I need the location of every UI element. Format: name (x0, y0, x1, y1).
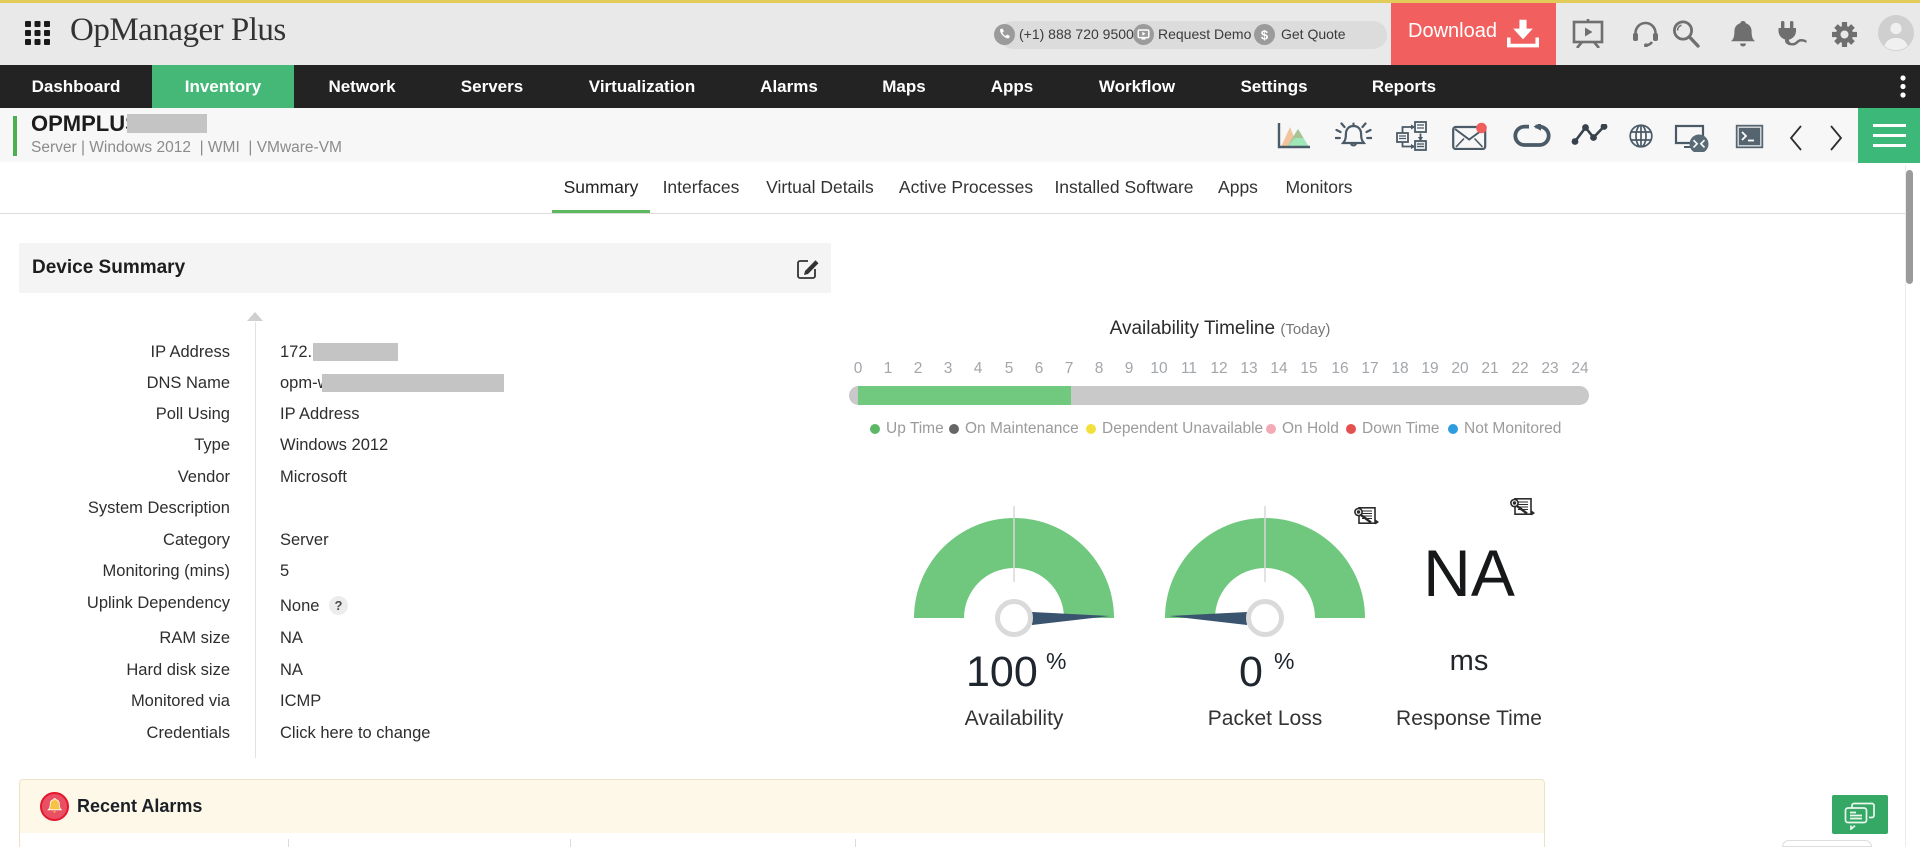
svg-text:$: $ (1261, 27, 1269, 42)
